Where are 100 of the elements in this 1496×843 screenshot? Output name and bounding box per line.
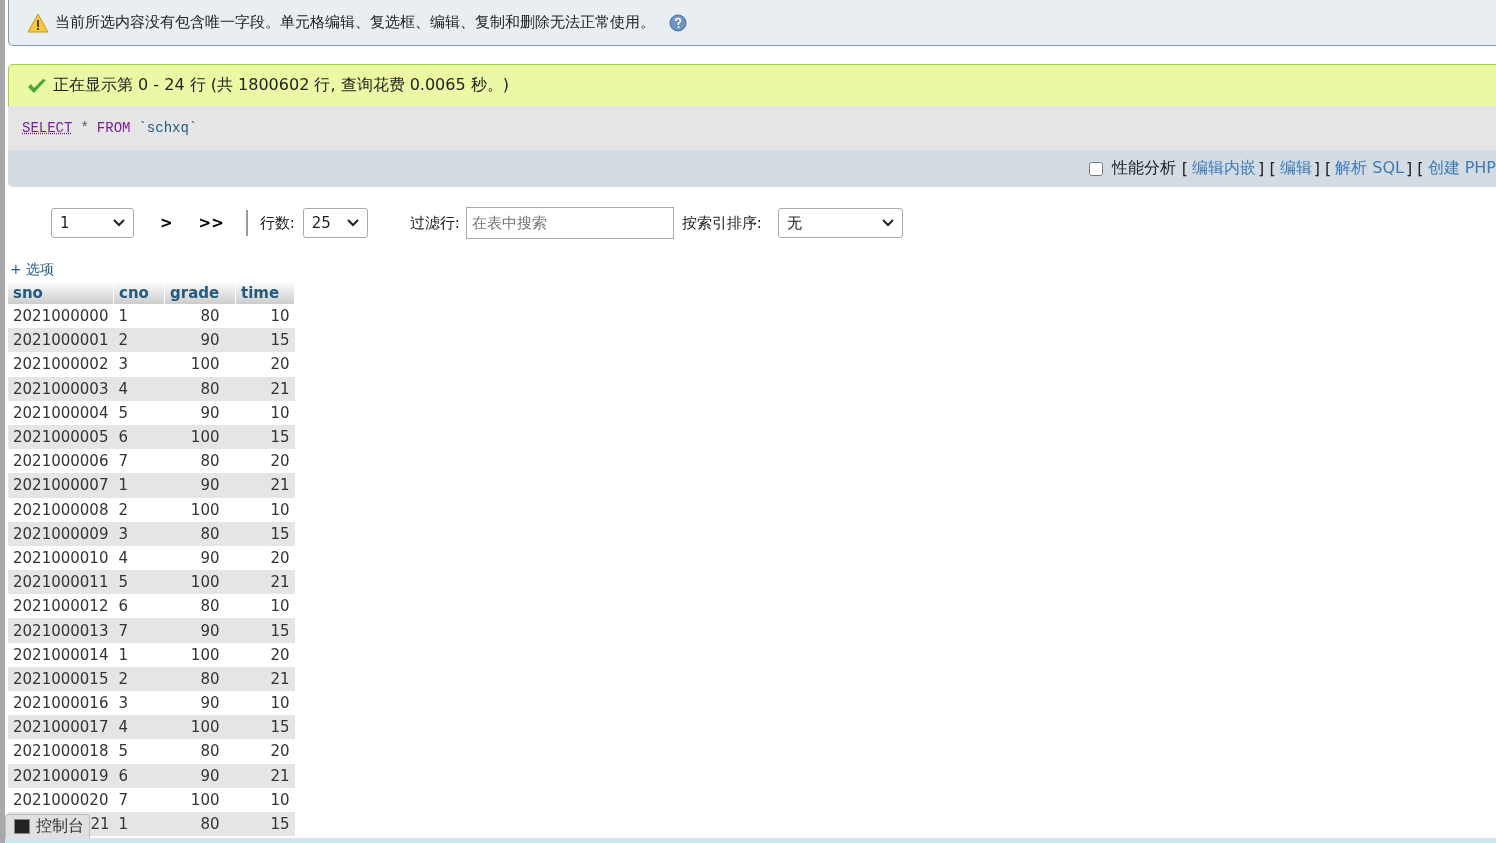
sort-label: 按索引排序: bbox=[681, 213, 762, 233]
table-cell: 100 bbox=[164, 715, 236, 740]
next-page-button[interactable]: > bbox=[160, 214, 173, 232]
table-cell: 21 bbox=[235, 763, 295, 788]
page-select[interactable]: 1 bbox=[51, 208, 134, 238]
column-header[interactable]: cno bbox=[113, 281, 165, 304]
toolbar-link[interactable]: 编辑 bbox=[1279, 158, 1312, 179]
table-cell: 1 bbox=[113, 473, 165, 498]
table-cell: 80 bbox=[164, 304, 236, 329]
sql-keyword-link[interactable]: SELECT bbox=[22, 120, 73, 136]
table-cell: 80 bbox=[164, 666, 236, 691]
table-cell: 10 bbox=[235, 594, 295, 619]
sql-table-name: `schxq` bbox=[138, 120, 198, 136]
table-cell: 2021000001 bbox=[8, 328, 114, 353]
bracket: ] [ bbox=[1313, 159, 1332, 178]
table-cell: 4 bbox=[113, 376, 165, 401]
table-cell: 100 bbox=[164, 497, 236, 522]
table-cell: 2021000000 bbox=[8, 304, 114, 329]
table-cell: 2021000009 bbox=[8, 521, 114, 546]
bracket: ] [ bbox=[1258, 159, 1276, 178]
filter-label: 过滤行: bbox=[409, 213, 460, 233]
table-cell: 100 bbox=[164, 642, 236, 667]
table-cell: 2021000007 bbox=[8, 473, 114, 498]
table-cell: 80 bbox=[164, 449, 236, 474]
table-cell: 21 bbox=[235, 473, 295, 498]
rows-label: 行数: bbox=[259, 213, 295, 233]
sort-select[interactable]: 无 bbox=[777, 208, 903, 238]
table-cell: 100 bbox=[164, 352, 236, 377]
table-cell: 15 bbox=[235, 328, 295, 353]
options-link[interactable]: + 选项 bbox=[8, 261, 1496, 279]
table-cell: 100 bbox=[164, 424, 236, 450]
table-cell: 7 bbox=[113, 449, 165, 474]
table-cell: 80 bbox=[164, 739, 236, 764]
table-cell: 80 bbox=[164, 811, 236, 837]
table-cell: 90 bbox=[164, 473, 236, 498]
bracket: ] [ bbox=[1406, 159, 1424, 178]
table-cell: 90 bbox=[164, 400, 236, 425]
table-cell: 15 bbox=[235, 715, 295, 740]
table-cell: 10 bbox=[235, 400, 295, 425]
table-cell: 7 bbox=[113, 618, 165, 643]
table-cell: 2021000005 bbox=[8, 424, 114, 450]
success-text: 正在显示第 0 - 24 行 (共 1800602 行, 查询花费 0.0065 秒。) bbox=[53, 75, 509, 96]
table-cell: 2021000006 bbox=[8, 449, 114, 474]
chevron-icon bbox=[881, 219, 894, 227]
table-cell: 10 bbox=[235, 304, 295, 329]
table-cell: 4 bbox=[113, 715, 165, 740]
table-cell: 2021000003 bbox=[8, 376, 114, 401]
toolbar-link[interactable]: 编辑内嵌 bbox=[1192, 158, 1257, 179]
table-cell: 15 bbox=[235, 424, 295, 450]
rows-select[interactable]: 25 bbox=[302, 208, 368, 238]
table-cell: 20 bbox=[235, 449, 295, 474]
table-cell: 2021000016 bbox=[8, 691, 114, 716]
table-cell: 2021000008 bbox=[8, 497, 114, 522]
table-cell: 100 bbox=[164, 570, 236, 595]
table-cell: 5 bbox=[113, 570, 165, 595]
profiling-checkbox[interactable] bbox=[1088, 161, 1103, 176]
last-page-button[interactable]: >> bbox=[198, 214, 224, 232]
table-cell: 20 bbox=[235, 352, 295, 377]
table-cell: 21 bbox=[90, 815, 110, 834]
table-cell: 2021000015 bbox=[8, 666, 114, 691]
table-cell: 80 bbox=[164, 376, 236, 401]
table-cell: 5 bbox=[113, 739, 165, 764]
table-cell: 7 bbox=[113, 787, 165, 812]
table-cell: 2 bbox=[113, 666, 165, 691]
warning-icon bbox=[27, 12, 49, 33]
table-cell: 80 bbox=[164, 594, 236, 619]
table-cell: 90 bbox=[164, 328, 236, 353]
table-cell: 20 bbox=[235, 642, 295, 667]
table-cell: 90 bbox=[164, 691, 236, 716]
chevron-icon bbox=[346, 219, 359, 227]
table-cell: 20 bbox=[235, 739, 295, 764]
table-cell: 21 bbox=[235, 666, 295, 691]
checkmark-icon bbox=[27, 77, 47, 94]
table-cell: 10 bbox=[235, 691, 295, 716]
table-cell: 2021000002 bbox=[8, 352, 114, 377]
table-cell: 2021000004 bbox=[8, 400, 114, 425]
table-cell: 1 bbox=[113, 304, 165, 329]
table-cell: 90 bbox=[164, 618, 236, 643]
filter-field[interactable]: 在表中搜索 bbox=[465, 207, 674, 239]
table-cell: 15 bbox=[235, 618, 295, 643]
column-header[interactable]: time bbox=[235, 281, 295, 304]
table-cell: 21 bbox=[235, 376, 295, 401]
table-cell: 2 bbox=[113, 497, 165, 522]
column-header[interactable]: sno bbox=[8, 281, 114, 304]
table-cell: 10 bbox=[235, 497, 295, 522]
table-cell: 90 bbox=[164, 763, 236, 788]
table-cell: 6 bbox=[113, 594, 165, 619]
table-cell: 3 bbox=[113, 521, 165, 546]
console-tab[interactable]: 控制台 bbox=[5, 814, 90, 838]
column-header[interactable]: grade bbox=[164, 281, 236, 304]
console-icon bbox=[14, 819, 30, 834]
table-cell: 100 bbox=[164, 787, 236, 812]
table-cell: 4 bbox=[113, 545, 165, 571]
chevron-icon bbox=[113, 219, 125, 227]
table-cell: 1 bbox=[113, 642, 165, 667]
table-cell: 90 bbox=[164, 545, 236, 571]
help-icon[interactable] bbox=[669, 13, 687, 32]
table-cell: 6 bbox=[113, 424, 165, 450]
table-cell: 10 bbox=[235, 787, 295, 812]
sql-keyword: FROM bbox=[96, 120, 131, 136]
